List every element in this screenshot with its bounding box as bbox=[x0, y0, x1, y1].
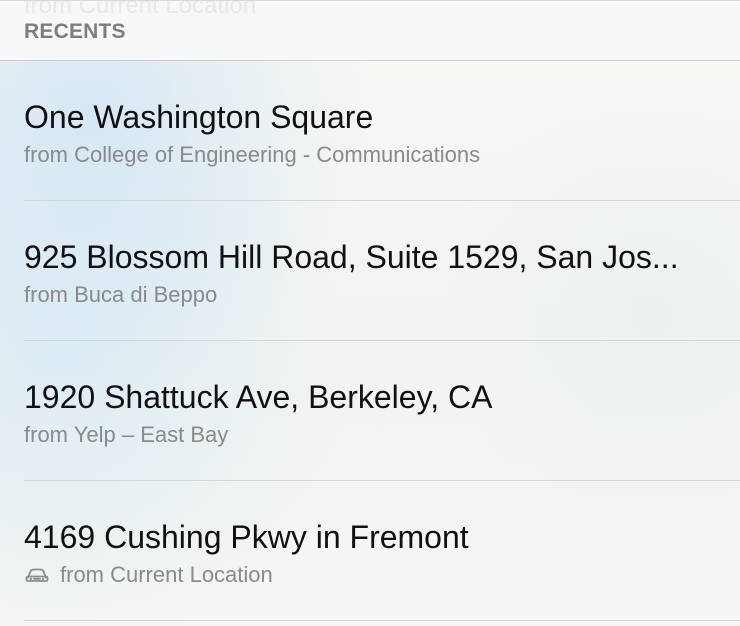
header-ghost-text: from Current Location bbox=[24, 0, 257, 19]
recents-list: One Washington Square from College of En… bbox=[0, 61, 740, 621]
recent-item-title: One Washington Square bbox=[24, 99, 374, 135]
recent-item-subtitle: from Current Location bbox=[60, 562, 273, 587]
recent-item-one-washington-square[interactable]: One Washington Square from College of En… bbox=[0, 61, 740, 201]
recent-item-subtitle-row: from College of Engineering - Communicat… bbox=[24, 141, 480, 169]
recent-item-subtitle-row: from Buca di Beppo bbox=[24, 281, 217, 309]
recent-item-subtitle: from College of Engineering - Communicat… bbox=[24, 142, 481, 167]
section-title: RECENTS bbox=[24, 20, 126, 43]
car-icon bbox=[24, 566, 50, 584]
recent-item-title: 1920 Shattuck Ave, Berkeley, CA bbox=[24, 379, 493, 415]
recent-item-shattuck-ave[interactable]: 1920 Shattuck Ave, Berkeley, CA from Yel… bbox=[0, 341, 740, 481]
recent-item-subtitle: from Buca di Beppo bbox=[24, 282, 218, 307]
recents-header: from Current Location RECENTS bbox=[0, 0, 740, 61]
recent-item-title: 4169 Cushing Pkwy in Fremont bbox=[24, 519, 469, 555]
recent-item-cushing-pkwy[interactable]: 4169 Cushing Pkwy in Fremont from Curren… bbox=[0, 481, 740, 621]
recent-item-blossom-hill-road[interactable]: 925 Blossom Hill Road, Suite 1529, San J… bbox=[0, 201, 740, 341]
recent-item-subtitle: from Yelp – East Bay bbox=[24, 422, 229, 447]
recent-item-subtitle-row: from Current Location bbox=[24, 561, 273, 589]
recent-item-subtitle-row: from Yelp – East Bay bbox=[24, 421, 228, 449]
recent-item-title: 925 Blossom Hill Road, Suite 1529, San J… bbox=[24, 239, 679, 275]
